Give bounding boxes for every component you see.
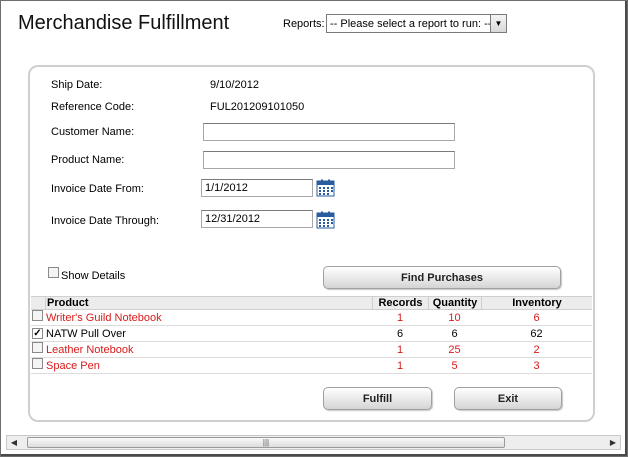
reference-code-value: FUL201209101050 (210, 101, 305, 113)
row-checkbox[interactable] (32, 357, 43, 369)
cell-quantity: 10 (448, 311, 461, 324)
calendar-icon[interactable] (316, 179, 335, 197)
product-name-input[interactable] (203, 151, 455, 169)
reports-selected-value: -- Please select a report to run: -- (330, 17, 490, 30)
ship-date-value: 9/10/2012 (210, 79, 259, 91)
scrollbar-thumb[interactable]: ||| (27, 437, 505, 448)
cell-quantity: 5 (451, 359, 458, 372)
cell-product: Space Pen (46, 359, 100, 372)
row-checkbox[interactable] (32, 309, 43, 321)
customer-name-label: Customer Name: (51, 126, 135, 138)
customer-name-input[interactable] (203, 123, 455, 141)
cell-product: Leather Notebook (46, 343, 134, 356)
column-header-inventory[interactable]: Inventory (481, 297, 592, 309)
invoice-through-input[interactable]: 12/31/2012 (201, 210, 313, 228)
calendar-icon[interactable] (316, 211, 335, 229)
reference-code-label: Reference Code: (51, 101, 135, 113)
product-name-label: Product Name: (51, 154, 125, 166)
invoice-from-label: Invoice Date From: (51, 183, 144, 195)
column-header-records[interactable]: Records (372, 297, 428, 309)
table-row[interactable]: Writer's Guild Notebook 1 10 6 (31, 309, 592, 326)
table-row[interactable]: ✓ NATW Pull Over 6 6 62 (31, 326, 592, 342)
find-purchases-button[interactable]: Find Purchases (323, 266, 561, 289)
fulfill-button[interactable]: Fulfill (323, 387, 432, 410)
cell-records: 1 (396, 343, 404, 356)
column-header-quantity[interactable]: Quantity (428, 297, 481, 309)
horizontal-scrollbar[interactable]: ◀ ||| ▶ (6, 435, 621, 450)
row-checkbox[interactable] (32, 341, 43, 353)
column-header-product[interactable]: Product (45, 297, 372, 309)
scroll-left-icon[interactable]: ◀ (7, 436, 21, 449)
scroll-right-icon[interactable]: ▶ (606, 436, 620, 449)
show-details-checkbox[interactable] (48, 267, 59, 278)
grid-header: Product Records Quantity Inventory (31, 296, 592, 310)
app-window: Merchandise Fulfillment Reports: -- Plea… (0, 0, 628, 457)
page-title: Merchandise Fulfillment (18, 12, 230, 34)
cell-inventory: 6 (533, 311, 540, 324)
invoice-from-input[interactable]: 1/1/2012 (201, 179, 313, 197)
cell-inventory: 2 (533, 343, 540, 356)
exit-button[interactable]: Exit (454, 387, 562, 410)
cell-product: NATW Pull Over (46, 327, 126, 340)
reports-label: Reports: (283, 18, 325, 30)
row-checkbox-checked[interactable]: ✓ (32, 327, 43, 339)
cell-quantity: 6 (451, 327, 458, 340)
cell-inventory: 3 (533, 359, 540, 372)
invoice-through-label: Invoice Date Through: (51, 215, 160, 227)
reports-select[interactable]: -- Please select a report to run: -- ▼ (326, 14, 507, 33)
cell-records: 1 (396, 359, 404, 372)
cell-records: 1 (396, 311, 404, 324)
cell-records: 6 (396, 327, 404, 340)
purchases-grid: Product Records Quantity Inventory Write… (31, 296, 592, 374)
chevron-down-icon[interactable]: ▼ (490, 15, 506, 32)
table-row[interactable]: Space Pen 1 5 3 (31, 357, 592, 374)
ship-date-label: Ship Date: (51, 79, 103, 91)
cell-inventory: 62 (530, 327, 543, 340)
cell-quantity: 25 (448, 343, 461, 356)
show-details-label: Show Details (61, 270, 126, 282)
cell-product: Writer's Guild Notebook (46, 311, 162, 324)
table-row[interactable]: Leather Notebook 1 25 2 (31, 341, 592, 358)
